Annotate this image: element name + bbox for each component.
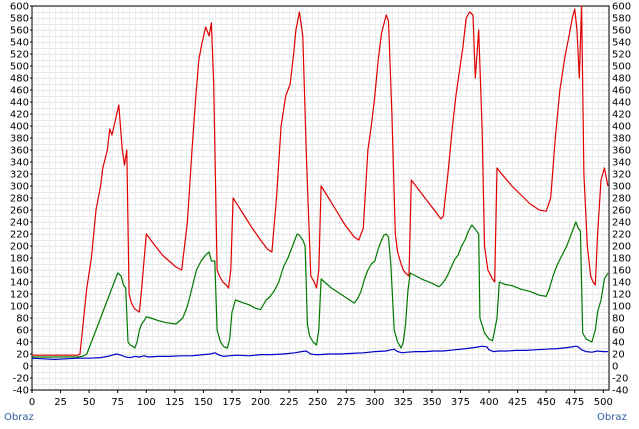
y-tick-label-left: 180 [10,254,29,265]
x-tick-label: 150 [194,397,213,408]
y-tick-label-left: 300 [10,182,29,193]
x-tick-label: 0 [29,397,35,408]
y-tick-label-right: 20 [612,350,625,361]
y-tick-label-right: 300 [612,182,631,193]
x-tick-label: 225 [280,397,299,408]
y-tick-label-right: 160 [612,266,631,277]
x-axis-label-left: Obraz [4,412,34,423]
x-axis: 0 25 50 75 100 125 150 175 200 225 250 275 300 325 350… [29,390,613,408]
x-tick-label: 450 [537,397,556,408]
x-tick-label: 425 [508,397,527,408]
y-tick-label-right: 540 [612,38,631,49]
y-tick-label-right: 500 [612,62,631,73]
y-tick-label-right: 340 [612,158,631,169]
y-tick-label-left: 40 [16,338,29,349]
y-tick-label-left: 540 [10,38,29,49]
y-tick-label-right: 520 [612,50,631,61]
y-tick-label-left: 520 [10,50,29,61]
x-tick-label: 275 [337,397,356,408]
y-tick-label-right: 0 [612,362,618,373]
y-tick-label-left: 280 [10,194,29,205]
y-tick-label-right: 40 [612,338,625,349]
y-tick-label-right: -40 [612,386,628,397]
y-tick-label-left: 580 [10,14,29,25]
y-tick-label-left: 240 [10,218,29,229]
y-tick-label-right: 260 [612,206,631,217]
x-tick-label: 100 [137,397,156,408]
x-tick-label: 350 [422,397,441,408]
y-tick-label-left: 0 [23,362,29,373]
y-tick-label-right: 320 [612,170,631,181]
y-tick-label-left: 220 [10,230,29,241]
y-tick-label-right: 60 [612,326,625,337]
y-tick-label-right: 440 [612,98,631,109]
y-tick-label-left: 320 [10,170,29,181]
x-tick-label: 475 [565,397,584,408]
y-tick-label-left: 420 [10,110,29,121]
x-tick-label: 75 [111,397,124,408]
y-tick-label-right: 120 [612,290,631,301]
y-tick-label-left: 380 [10,134,29,145]
y-tick-label-left: 80 [16,314,29,325]
y-tick-label-left: 480 [10,74,29,85]
x-tick-label: 50 [83,397,96,408]
y-tick-label-left: 20 [16,350,29,361]
x-tick-label: 25 [54,397,67,408]
x-tick-label: 125 [165,397,184,408]
x-tick-label: 500 [594,397,613,408]
y-tick-label-left: 560 [10,26,29,37]
y-tick-label-right: 220 [612,230,631,241]
x-tick-label: 300 [365,397,384,408]
x-tick-label: 200 [251,397,270,408]
y-tick-label-right: 360 [612,146,631,157]
y-tick-label-left: 260 [10,206,29,217]
x-tick-label: 375 [451,397,470,408]
y-tick-label-left: 400 [10,122,29,133]
y-tick-label-right: 280 [612,194,631,205]
x-tick-label: 400 [479,397,498,408]
x-axis-label-right: Obraz [597,412,627,423]
y-tick-label-left: -40 [13,386,29,397]
x-tick-label: 250 [308,397,327,408]
y-tick-label-right: 580 [612,14,631,25]
y-tick-label-left: 460 [10,86,29,97]
y-tick-label-right: 480 [612,74,631,85]
y-tick-label-right: 400 [612,122,631,133]
line-chart: -40-200204060801001201401601802002202402… [4,2,631,424]
y-tick-label-left: 340 [10,158,29,169]
y-tick-label-left: 140 [10,278,29,289]
y-tick-label-left: 360 [10,146,29,157]
y-tick-label-left: 600 [10,2,29,13]
y-axis-right: -40-200204060801001201401601802002202402… [612,2,631,397]
y-tick-label-right: 140 [612,278,631,289]
y-tick-label-left: 120 [10,290,29,301]
y-tick-label-left: 200 [10,242,29,253]
y-tick-label-right: 600 [612,2,631,13]
y-tick-label-left: 160 [10,266,29,277]
y-tick-label-right: 240 [612,218,631,229]
y-tick-label-left: -20 [13,374,29,385]
x-tick-label: 325 [394,397,413,408]
x-tick-label: 175 [222,397,241,408]
y-tick-label-left: 60 [16,326,29,337]
y-tick-label-right: 200 [612,242,631,253]
y-tick-label-right: 380 [612,134,631,145]
y-tick-label-right: 180 [612,254,631,265]
y-axis-left: -40-200204060801001201401601802002202402… [10,2,32,397]
y-tick-label-left: 500 [10,62,29,73]
y-tick-label-right: 460 [612,86,631,97]
y-tick-label-left: 100 [10,302,29,313]
y-tick-label-left: 440 [10,98,29,109]
y-tick-label-right: 560 [612,26,631,37]
y-tick-label-right: 420 [612,110,631,121]
y-tick-label-right: -20 [612,374,628,385]
y-tick-label-right: 100 [612,302,631,313]
y-tick-label-right: 80 [612,314,625,325]
